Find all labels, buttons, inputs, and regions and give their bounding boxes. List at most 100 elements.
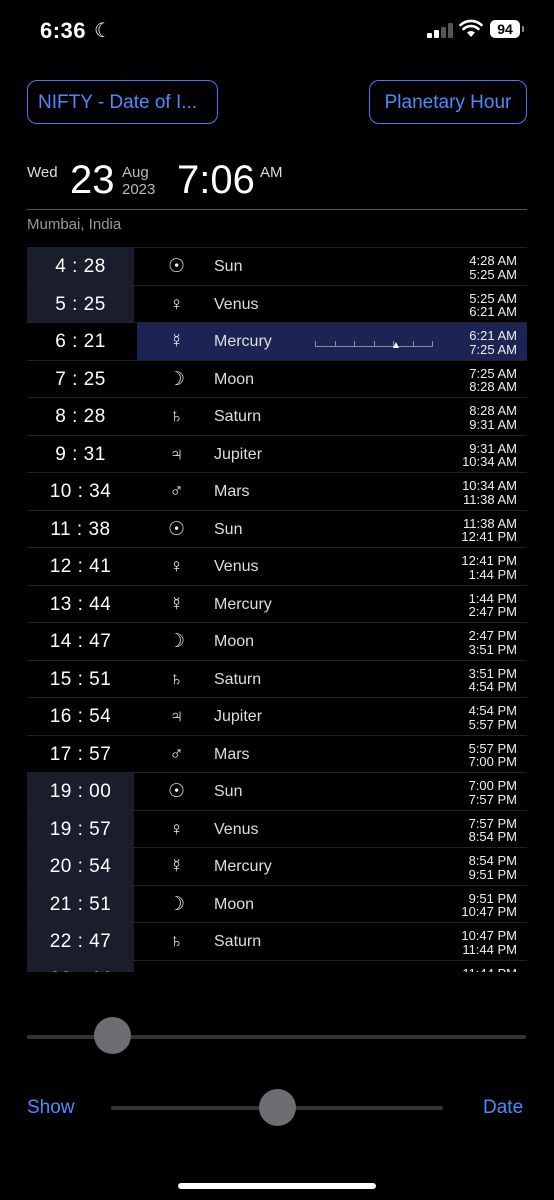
planet-symbol-icon: ☉ xyxy=(167,781,186,802)
planet-symbol-icon: ☿ xyxy=(169,856,184,877)
end-time: 5:25 AM xyxy=(469,266,517,282)
table-row[interactable]: 17 : 57 ♂ Mars 5:57 PM 7:00 PM xyxy=(27,734,527,774)
table-row[interactable]: 5 : 25 ♀ Venus 5:25 AM 6:21 AM xyxy=(27,284,527,323)
start-time: 7:00 PM xyxy=(468,778,517,793)
hour-time-range: 7:00 PM 7:57 PM xyxy=(469,779,517,806)
hour-start-cell: 16 : 54 xyxy=(49,706,112,727)
start-time: 9:51 PM xyxy=(468,890,517,906)
start-time: 10:34 AM xyxy=(462,478,517,493)
table-row[interactable]: 15 : 51 ♄ Saturn 3:51 PM 4:54 PM xyxy=(27,659,527,699)
table-row[interactable]: 16 : 54 ♃ Jupiter 4:54 PM 5:57 PM xyxy=(27,697,527,736)
planet-symbol-icon: ♄ xyxy=(169,668,184,690)
table-row[interactable]: 14 : 47 ☽ Moon 2:47 PM 3:51 PM xyxy=(27,622,527,661)
table-row[interactable]: 4 : 28 ☉ Sun 4:28 AM 5:25 AM xyxy=(27,247,527,286)
end-time: 10:34 AM xyxy=(462,454,517,469)
start-time: 4:54 PM xyxy=(468,703,517,718)
day-slider-knob[interactable] xyxy=(93,1017,131,1054)
battery-icon: 94 xyxy=(490,20,524,38)
wifi-icon xyxy=(459,19,483,37)
hour-start-cell: 19 : 57 xyxy=(27,810,134,848)
planet-symbol-icon: ♀ xyxy=(169,556,184,577)
planet-symbol-icon: ♂ xyxy=(169,481,184,502)
end-time: 4:54 PM xyxy=(468,679,517,694)
hour-time-range: 11:44 PM xyxy=(462,966,517,972)
hour-start-cell: 8 : 28 xyxy=(55,406,106,427)
start-time: 6:21 AM xyxy=(469,328,517,343)
table-row[interactable]: 10 : 34 ♂ Mars 10:34 AM 11:38 AM xyxy=(27,472,527,511)
hour-time-range: 8:28 AM 9:31 AM xyxy=(469,404,517,431)
start-time: 5:25 AM xyxy=(469,290,517,306)
planet-name: Mars xyxy=(214,745,250,763)
home-indicator xyxy=(178,1183,376,1189)
hour-start-cell: 22 : 47 xyxy=(27,923,134,961)
hour-start-cell: 5 : 25 xyxy=(27,285,134,323)
planet-name: Mercury xyxy=(214,595,272,613)
planet-name: Jupiter xyxy=(214,961,262,973)
show-button[interactable]: Show xyxy=(27,1097,75,1119)
planetary-hour-button[interactable]: Planetary Hour xyxy=(369,80,527,124)
start-time: 11:44 PM xyxy=(462,966,517,972)
table-row[interactable]: 12 : 41 ♀ Venus 12:41 PM 1:44 PM xyxy=(27,547,527,586)
table-row[interactable]: 19 : 57 ♀ Venus 7:57 PM 8:54 PM xyxy=(27,809,527,848)
planet-name: Moon xyxy=(214,895,255,913)
planet-symbol-icon: ☿ xyxy=(169,331,184,352)
table-row[interactable]: 21 : 51 ☽ Moon 9:51 PM 10:47 PM xyxy=(27,884,527,923)
table-row[interactable]: 13 : 44 ☿ Mercury 1:44 PM 2:47 PM xyxy=(27,584,527,624)
hour-start-cell: 6 : 21 xyxy=(55,331,106,352)
progress-marker-icon xyxy=(393,342,400,348)
start-time: 1:44 PM xyxy=(468,590,517,606)
hour-start-cell: 21 : 51 xyxy=(27,885,134,923)
planet-symbol-icon: ♄ xyxy=(169,931,184,952)
end-time: 1:44 PM xyxy=(468,566,517,582)
nifty-date-button[interactable]: NIFTY - Date of I... xyxy=(27,80,218,124)
date-button[interactable]: Date xyxy=(483,1097,523,1119)
planet-symbol-icon: ☿ xyxy=(169,593,184,615)
table-row[interactable]: 23 : 44 ♃ Jupiter 11:44 PM xyxy=(27,959,527,973)
hour-start-cell: 17 : 57 xyxy=(49,743,112,765)
location-label: Mumbai, India xyxy=(27,216,122,233)
start-time: 4:28 AM xyxy=(469,253,517,268)
start-time: 12:41 PM xyxy=(461,553,517,568)
start-time: 5:57 PM xyxy=(468,740,517,756)
hour-start-cell: 12 : 41 xyxy=(49,556,112,577)
hour-start-cell: 20 : 54 xyxy=(27,848,134,886)
cellular-signal-icon xyxy=(427,22,453,38)
end-time: 7:00 PM xyxy=(468,754,517,769)
hour-time-range: 4:54 PM 5:57 PM xyxy=(469,704,517,731)
table-row[interactable]: 9 : 31 ♃ Jupiter 9:31 AM 10:34 AM xyxy=(27,434,527,474)
hour-start-cell: 7 : 25 xyxy=(55,368,106,390)
year: 2023 xyxy=(122,181,156,198)
table-row[interactable]: 20 : 54 ☿ Mercury 8:54 PM 9:51 PM xyxy=(27,847,527,886)
hour-time-range: 9:31 AM 10:34 AM xyxy=(462,441,517,469)
start-time: 8:54 PM xyxy=(468,853,517,868)
end-time: 9:31 AM xyxy=(469,416,517,432)
planet-symbol-icon: ♃ xyxy=(164,961,189,973)
table-row[interactable]: 7 : 25 ☽ Moon 7:25 AM 8:28 AM xyxy=(27,359,527,399)
planet-name: Moon xyxy=(214,633,255,650)
start-time: 11:38 AM xyxy=(463,515,517,531)
table-row[interactable]: 22 : 47 ♄ Saturn 10:47 PM 11:44 PM xyxy=(27,922,527,961)
end-time: 11:38 AM xyxy=(463,491,517,507)
planetary-hours-table[interactable]: 4 : 28 ☉ Sun 4:28 AM 5:25 AM 5 : 25 ♀ Venus … xyxy=(27,247,527,972)
table-row[interactable]: 6 : 21 ☿ Mercury 6:21 AM 7:25 AM xyxy=(27,322,527,361)
hour-time-range: 9:51 PM 10:47 PM xyxy=(461,890,517,919)
hour-start-cell: 19 : 00 xyxy=(27,773,134,811)
date-slider-knob[interactable] xyxy=(259,1089,296,1126)
planet-name: Mercury xyxy=(214,858,272,875)
planet-symbol-icon: ☽ xyxy=(167,631,186,652)
hour-time-range: 4:28 AM 5:25 AM xyxy=(469,254,517,281)
header-divider xyxy=(27,209,527,210)
start-time: 10:47 PM xyxy=(461,928,517,943)
end-time: 3:51 PM xyxy=(468,641,517,657)
end-time: 12:41 PM xyxy=(461,529,517,544)
moon-icon: ☾ xyxy=(94,20,112,42)
planet-symbol-icon: ♄ xyxy=(169,406,184,427)
table-row[interactable]: 8 : 28 ♄ Saturn 8:28 AM 9:31 AM xyxy=(27,397,527,436)
hour-progress-scale xyxy=(315,338,433,347)
table-row[interactable]: 11 : 38 ☉ Sun 11:38 AM 12:41 PM xyxy=(27,509,527,549)
hour-time-range: 8:54 PM 9:51 PM xyxy=(469,854,517,881)
planet-name: Saturn xyxy=(214,408,262,425)
table-row[interactable]: 19 : 00 ☉ Sun 7:00 PM 7:57 PM xyxy=(27,772,527,811)
planet-symbol-icon: ♃ xyxy=(169,706,184,727)
current-time: 7:06 xyxy=(177,158,255,202)
